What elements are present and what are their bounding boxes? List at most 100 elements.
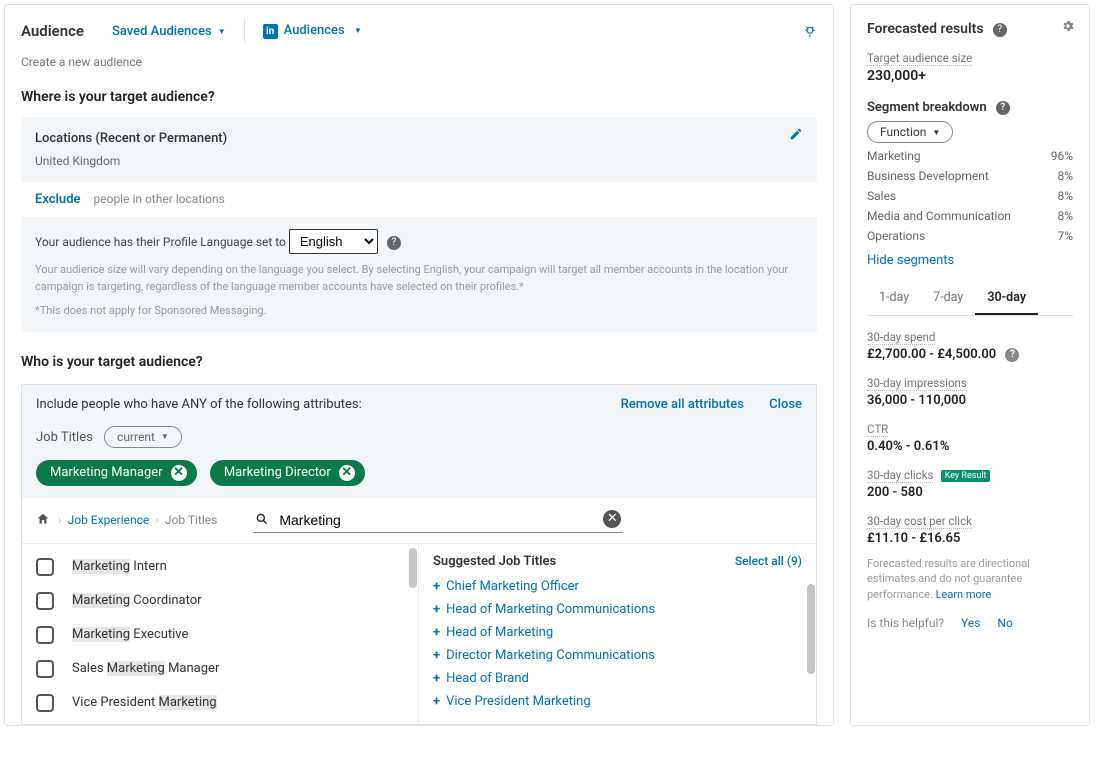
lang-note2: *This does not apply for Sponsored Messa… xyxy=(35,303,803,320)
plus-icon: + xyxy=(433,579,440,594)
attributes-box: Include people who have ANY of the follo… xyxy=(21,384,817,725)
language-select[interactable]: English xyxy=(289,229,378,254)
suggestion-item[interactable]: +Chief Marketing Officer xyxy=(433,575,802,598)
search-icon xyxy=(255,512,269,527)
include-text: Include people who have ANY of the follo… xyxy=(36,397,362,412)
audiences-dropdown[interactable]: inAudiences xyxy=(263,23,362,39)
who-heading: Who is your target audience? xyxy=(5,346,833,378)
filter-mode-pill[interactable]: current▼ xyxy=(104,426,182,448)
close-link[interactable]: Close xyxy=(769,397,802,412)
suggestion-item[interactable]: +Director Marketing Communications xyxy=(433,644,802,667)
filter-label: Job Titles xyxy=(36,430,93,445)
suggestion-item[interactable]: +Head of Marketing xyxy=(433,621,802,644)
ctr-label: CTR xyxy=(867,422,888,437)
clear-search-icon[interactable]: ✕ xyxy=(603,510,621,528)
suggestions-title: Suggested Job Titles xyxy=(433,554,556,569)
list-item[interactable]: Marketing Executive xyxy=(22,618,418,652)
clicks-label: 30-day clicks xyxy=(867,468,933,483)
breadcrumb: › Job Experience › Job Titles ✕ xyxy=(22,498,816,544)
list-item[interactable]: Vice President Marketing xyxy=(22,686,418,720)
clicks-value: 200 - 580 xyxy=(867,485,1073,500)
breadcrumb-job-experience[interactable]: Job Experience xyxy=(68,513,150,527)
list-item[interactable]: Marketing Coordinator xyxy=(22,584,418,618)
audience-panel: Audience Saved Audiences inAudiences Cre… xyxy=(4,4,834,726)
locations-value: United Kingdom xyxy=(35,154,803,168)
lang-note1: Your audience size will vary depending o… xyxy=(35,262,803,295)
checkbox[interactable] xyxy=(36,626,54,644)
spend-label: 30-day spend xyxy=(867,330,935,345)
list-item[interactable]: Marketing Intern xyxy=(22,550,418,584)
suggestion-item[interactable]: +Head of Brand xyxy=(433,667,802,690)
select-all-link[interactable]: Select all (9) xyxy=(735,554,802,569)
remove-tag-icon[interactable]: ✕ xyxy=(339,465,355,481)
help-icon[interactable]: ? xyxy=(1005,348,1019,362)
help-icon[interactable]: ? xyxy=(996,101,1010,115)
divider xyxy=(244,19,245,43)
forecast-tabs: 1-day 7-day 30-day xyxy=(867,282,1073,316)
attributes-head: Include people who have ANY of the follo… xyxy=(22,385,816,498)
spend-value: £2,700.00 - £4,500.00 ? xyxy=(867,347,1073,362)
plus-icon: + xyxy=(433,671,440,686)
scrollbar[interactable] xyxy=(807,584,815,674)
segment-row: Marketing96% xyxy=(867,149,1073,163)
where-heading: Where is your target audience? xyxy=(5,81,833,113)
checkbox[interactable] xyxy=(36,558,54,576)
exclude-text: people in other locations xyxy=(94,192,225,206)
helpful-yes[interactable]: Yes xyxy=(961,616,980,630)
key-result-badge: Key Result xyxy=(941,470,991,482)
ctr-value: 0.40% - 0.61% xyxy=(867,439,1073,454)
suggestion-item[interactable]: +Vice President Marketing xyxy=(433,690,802,713)
helpful-row: Is this helpful? Yes No xyxy=(867,616,1073,630)
tag-marketing-director[interactable]: Marketing Director✕ xyxy=(210,460,365,486)
help-icon[interactable]: ? xyxy=(993,23,1007,37)
search-wrap: ✕ xyxy=(253,508,623,533)
cpc-value: £11.10 - £16.65 xyxy=(867,531,1073,546)
edit-icon[interactable] xyxy=(789,127,803,143)
results-list: Marketing Intern Marketing Coordinator M… xyxy=(22,544,419,724)
checkbox[interactable] xyxy=(36,660,54,678)
scrollbar[interactable] xyxy=(409,548,417,588)
help-icon[interactable]: ? xyxy=(387,236,401,250)
segment-row: Business Development8% xyxy=(867,169,1073,183)
lang-prefix: Your audience has their Profile Language… xyxy=(35,235,286,249)
tab-7day[interactable]: 7-day xyxy=(921,282,975,315)
checkbox[interactable] xyxy=(36,694,54,712)
lightbulb-icon[interactable] xyxy=(803,22,817,41)
suggestion-item[interactable]: +Head of Marketing Communications xyxy=(433,598,802,621)
gear-icon[interactable] xyxy=(1061,19,1075,35)
helpful-no[interactable]: No xyxy=(997,616,1012,630)
tab-30day[interactable]: 30-day xyxy=(975,282,1038,315)
checkbox[interactable] xyxy=(36,592,54,610)
remove-all-link[interactable]: Remove all attributes xyxy=(621,397,744,412)
segment-row: Operations7% xyxy=(867,229,1073,243)
results-area: Marketing Intern Marketing Coordinator M… xyxy=(22,544,816,724)
tab-1day[interactable]: 1-day xyxy=(867,282,921,315)
exclude-link[interactable]: Exclude xyxy=(35,192,81,207)
hide-segments-link[interactable]: Hide segments xyxy=(867,253,1073,268)
impressions-label: 30-day impressions xyxy=(867,376,967,391)
impressions-value: 36,000 - 110,000 xyxy=(867,393,1073,408)
saved-audiences-dropdown[interactable]: Saved Audiences xyxy=(112,24,226,39)
list-item[interactable]: Sales Marketing Manager xyxy=(22,652,418,686)
locations-box[interactable]: Locations (Recent or Permanent) United K… xyxy=(21,117,817,182)
header: Audience Saved Audiences inAudiences xyxy=(5,5,833,51)
home-icon[interactable] xyxy=(36,512,50,528)
locations-title: Locations (Recent or Permanent) xyxy=(35,131,803,146)
plus-icon: + xyxy=(433,648,440,663)
segment-heading: Segment breakdown xyxy=(867,100,987,115)
plus-icon: + xyxy=(433,694,440,709)
segment-select[interactable]: Function▼ xyxy=(867,121,953,143)
suggestions-col: Suggested Job Titles Select all (9) +Chi… xyxy=(419,544,816,724)
page-title: Audience xyxy=(21,22,84,40)
audience-size-label: Target audience size xyxy=(867,51,972,66)
plus-icon: + xyxy=(433,625,440,640)
search-input[interactable] xyxy=(253,508,623,533)
cpc-label: 30-day cost per click xyxy=(867,514,972,529)
breadcrumb-job-titles: Job Titles xyxy=(165,513,217,527)
exclude-line: Exclude people in other locations xyxy=(5,192,833,217)
audience-size: 230,000+ xyxy=(867,68,1073,84)
learn-more-link[interactable]: Learn more xyxy=(936,588,992,601)
remove-tag-icon[interactable]: ✕ xyxy=(171,465,187,481)
tag-marketing-manager[interactable]: Marketing Manager✕ xyxy=(36,460,197,486)
create-audience-link[interactable]: Create a new audience xyxy=(5,51,833,81)
